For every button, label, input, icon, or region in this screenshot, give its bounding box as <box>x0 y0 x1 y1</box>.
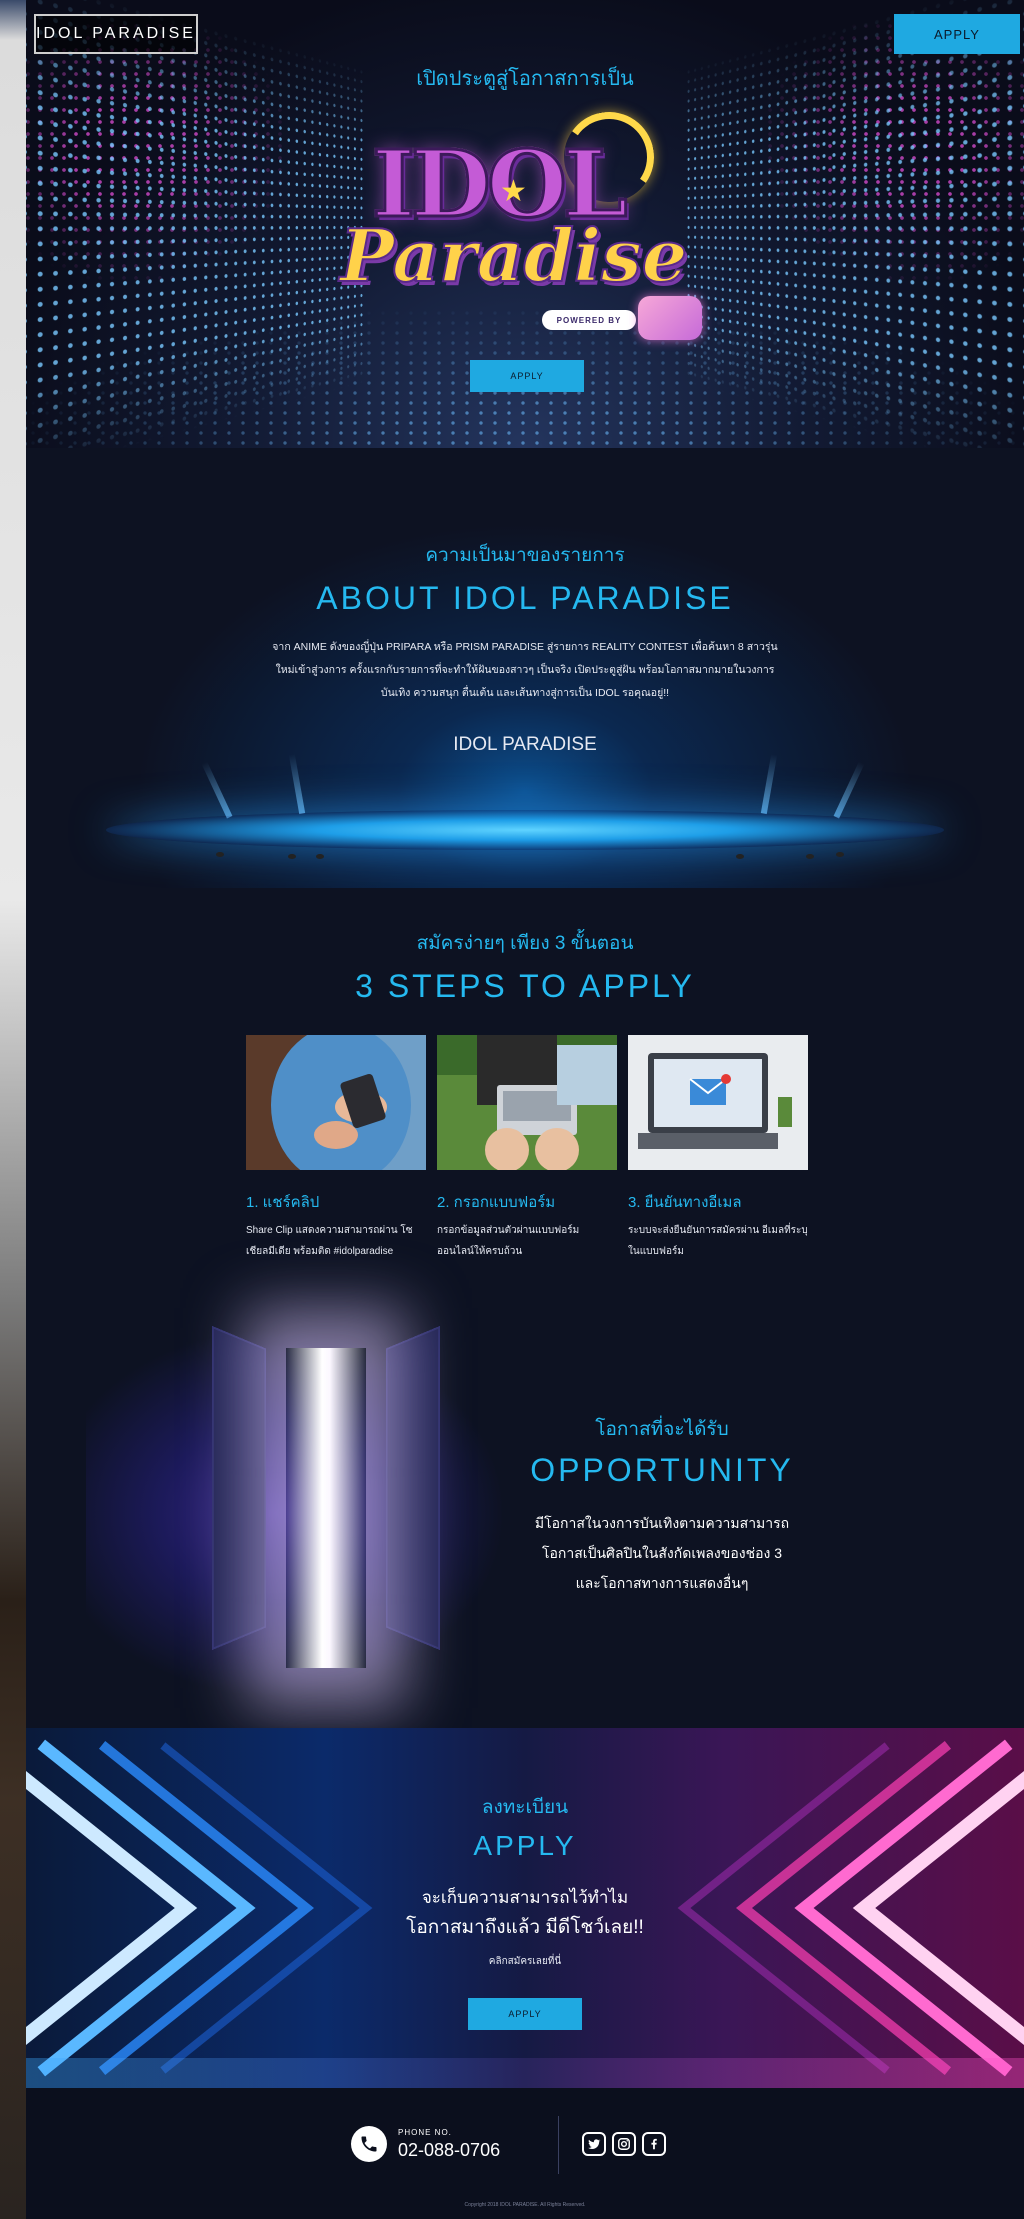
header-apply-button[interactable]: APPLY <box>894 14 1020 54</box>
opportunity-text: มีโอกาสในวงการบันเทิงตามความสามารถ โอกาส… <box>462 1508 862 1598</box>
apply-note: คลิกสมัครเลยที่นี่ <box>488 1956 562 1967</box>
opportunity-line: โอกาสเป็นศิลปินในสังกัดเพลงของช่อง 3 <box>542 1545 782 1561</box>
hero-section: IDOL PARADISE APPLY เปิดประตูสู่โอกาสการ… <box>26 0 1024 448</box>
spotlight-fixture <box>216 852 224 857</box>
step-card: 1. แชร์คลิป Share Clip แสดงความสามารถผ่า… <box>246 1035 426 1262</box>
step-card: 2. กรอกแบบฟอร์ม กรอกข้อมูลส่วนตัวผ่านแบบ… <box>437 1035 617 1262</box>
spotlight-fixture <box>288 854 296 859</box>
footer: PHONE NO. 02-088-0706 Copyright 2018 IDO… <box>26 2088 1024 2219</box>
apply-line-1: จะเก็บความสามารถไว้ทำไม <box>421 1888 629 1907</box>
about-eyebrow: ความเป็นมาของรายการ <box>425 545 625 566</box>
door-panel-left <box>212 1325 266 1651</box>
step-desc-1: Share Clip แสดงความสามารถผ่าน โซเชียลมีเ… <box>246 1225 413 1257</box>
about-description: จาก ANIME ดังของญี่ปุ่น PRIPARA หรือ PRI… <box>272 641 778 699</box>
powered-by-badge: POWERED BY <box>542 310 636 330</box>
apply-title: APPLY <box>473 1830 577 1861</box>
opportunity-title: OPPORTUNITY <box>530 1452 794 1488</box>
opportunity-eyebrow: โอกาสที่จะได้รับ <box>595 1419 729 1440</box>
step-card: 3. ยืนยันทางอีเมล ระบบจะส่งยืนยันการสมัค… <box>628 1035 808 1262</box>
opportunity-section: โอกาสที่จะได้รับ OPPORTUNITY มีโอกาสในวง… <box>26 1308 1024 1728</box>
spotlight-fixture <box>806 854 814 859</box>
step-photo-email-confirm <box>628 1035 808 1170</box>
step-number-2: 2. กรอกแบบฟอร์ม <box>437 1194 556 1211</box>
idol-paradise-logo: IDOL ★ Paradise POWERED BY <box>336 104 716 340</box>
opportunity-line: มีโอกาสในวงการบันเทิงตามความสามารถ <box>534 1515 790 1531</box>
apply-eyebrow: ลงทะเบียน <box>481 1797 569 1818</box>
apply-floor-glow <box>26 2058 1024 2088</box>
step-number-1: 1. แชร์คลิป <box>246 1194 320 1211</box>
logo-word-paradise: Paradise <box>339 213 688 298</box>
spotlight-beam <box>201 761 233 819</box>
landing-page: IDOL PARADISE APPLY เปิดประตูสู่โอกาสการ… <box>26 0 1024 2219</box>
step-photo-fill-form <box>437 1035 617 1170</box>
step-desc-3: ระบบจะส่งยืนยันการสมัครผ่าน อีเมลที่ระบุ… <box>628 1225 808 1257</box>
apply-line-2: โอกาสมาถึงแล้ว มีดีโชว์เลย!! <box>406 1917 644 1938</box>
instagram-icon[interactable] <box>612 2132 636 2156</box>
stage-glow <box>106 810 944 850</box>
steps-section: สมัครง่ายๆ เพียง 3 ขั้นตอน 3 STEPS TO AP… <box>26 888 1024 1308</box>
partner-logo <box>638 296 702 340</box>
steps-eyebrow: สมัครง่ายๆ เพียง 3 ขั้นตอน <box>416 933 634 954</box>
spotlight-beam <box>833 761 865 819</box>
hero-apply-button[interactable]: APPLY <box>470 360 584 392</box>
star-icon: ★ <box>500 175 527 208</box>
step-number-3: 3. ยืนยันทางอีเมล <box>628 1194 742 1211</box>
phone-label: PHONE NO. <box>398 2128 452 2137</box>
apply-button[interactable]: APPLY <box>468 1998 582 2030</box>
page-background-left <box>0 0 26 2219</box>
opportunity-line: และโอกาสทางการแสดงอื่นๆ <box>575 1575 749 1591</box>
facebook-icon[interactable] <box>642 2132 666 2156</box>
apply-section: ลงทะเบียน APPLY จะเก็บความสามารถไว้ทำไม … <box>26 1728 1024 2088</box>
steps-title: 3 STEPS TO APPLY <box>355 968 695 1004</box>
about-section: ความเป็นมาของรายการ ABOUT IDOL PARADISE … <box>26 448 1024 888</box>
site-logo[interactable]: IDOL PARADISE <box>34 14 198 54</box>
about-title: ABOUT IDOL PARADISE <box>316 580 734 616</box>
phone-number[interactable]: 02-088-0706 <box>398 2140 500 2161</box>
about-signature: IDOL PARADISE <box>453 734 597 755</box>
spotlight-beam <box>288 753 306 815</box>
door-panel-right <box>386 1325 440 1651</box>
copyright-text: Copyright 2018 IDOL PARADISE. All Rights… <box>464 2202 586 2208</box>
spotlight-fixture <box>736 854 744 859</box>
spotlight-fixture <box>316 854 324 859</box>
step-photo-share-clip <box>246 1035 426 1170</box>
hero-eyebrow: เปิดประตูสู่โอกาสการเป็น <box>416 68 634 90</box>
footer-divider <box>558 2116 559 2174</box>
phone-icon <box>351 2126 387 2162</box>
spotlight-beam <box>760 753 778 815</box>
spotlight-fixture <box>836 852 844 857</box>
step-desc-2: กรอกข้อมูลส่วนตัวผ่านแบบฟอร์ม ออนไลน์ให้… <box>437 1225 580 1257</box>
twitter-icon[interactable] <box>582 2132 606 2156</box>
door-light <box>286 1348 366 1668</box>
